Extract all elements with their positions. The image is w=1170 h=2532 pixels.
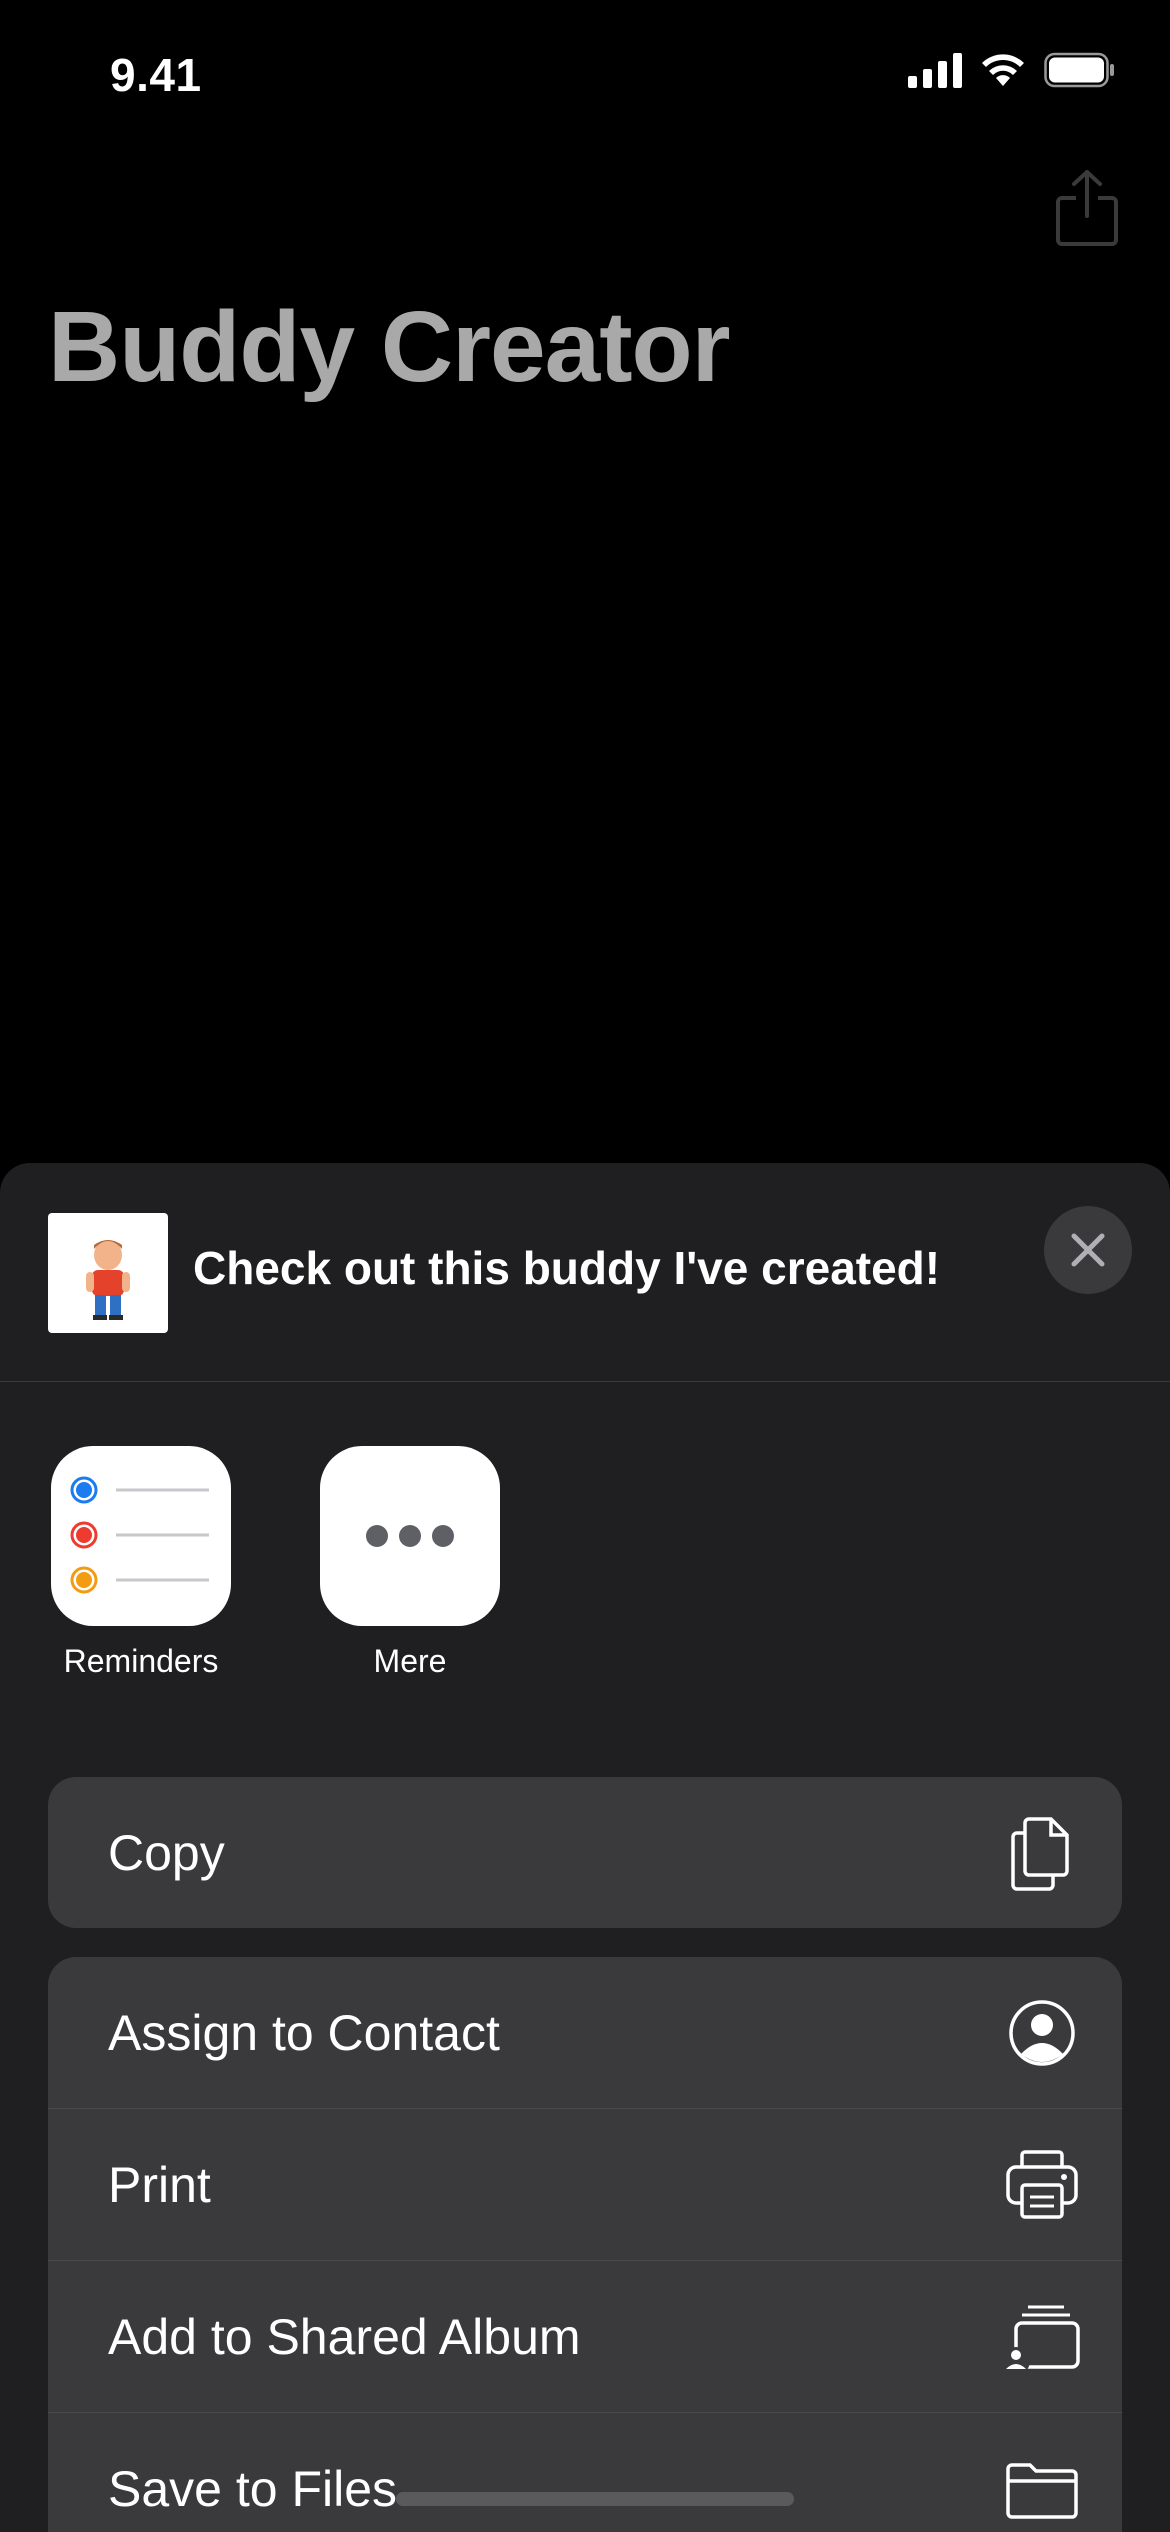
home-indicator[interactable] <box>396 2492 794 2506</box>
add-to-shared-album-label: Add to Shared Album <box>108 2308 581 2365</box>
reminders-icon <box>70 1476 209 1594</box>
copy-label: Copy <box>108 1824 225 1881</box>
shared-album-icon <box>1002 2297 1082 2377</box>
save-to-files-label: Save to Files <box>108 2460 398 2517</box>
assign-to-contact-action[interactable]: Assign to Contact <box>48 1957 1122 2108</box>
share-sheet: Check out this buddy I've created! Remin… <box>0 1163 1170 2532</box>
battery-icon <box>1044 52 1114 88</box>
folder-icon <box>1002 2449 1082 2529</box>
add-to-shared-album-action[interactable]: Add to Shared Album <box>48 2260 1122 2412</box>
more-icon <box>366 1525 454 1547</box>
buddy-thumbnail <box>48 1213 168 1333</box>
buddy-figure-icon <box>86 1240 130 1320</box>
page-title: Buddy Creator <box>48 291 731 403</box>
app-label-more: Mere <box>373 1643 447 1679</box>
screen: 9.41 Buddy Creator Check out this buddy … <box>0 0 1170 2532</box>
printer-icon <box>1002 2145 1082 2225</box>
share-sheet-header: Check out this buddy I've created! <box>0 1163 1170 1382</box>
share-icon[interactable] <box>1054 168 1120 248</box>
app-reminders[interactable] <box>51 1446 231 1626</box>
save-to-files-action[interactable]: Save to Files <box>48 2412 1122 2532</box>
app-more[interactable] <box>320 1446 500 1626</box>
print-label: Print <box>108 2156 211 2213</box>
action-group-copy: Copy <box>48 1777 1122 1928</box>
assign-to-contact-label: Assign to Contact <box>108 2004 500 2061</box>
print-action[interactable]: Print <box>48 2108 1122 2260</box>
status-time: 9.41 <box>110 49 202 101</box>
copy-action[interactable]: Copy <box>48 1777 1122 1928</box>
status-icons <box>908 52 1116 88</box>
cellular-signal-icon <box>908 52 962 88</box>
person-circle-icon <box>1002 1993 1082 2073</box>
copy-icon <box>1002 1813 1082 1893</box>
app-label-reminders: Reminders <box>63 1643 219 1679</box>
wifi-icon <box>982 54 1024 86</box>
close-icon <box>1071 1233 1105 1267</box>
share-message: Check out this buddy I've created! <box>193 1242 941 1294</box>
close-button[interactable] <box>1044 1206 1132 1294</box>
action-group-secondary: Assign to Contact Print Add to Shared Al… <box>48 1957 1122 2532</box>
